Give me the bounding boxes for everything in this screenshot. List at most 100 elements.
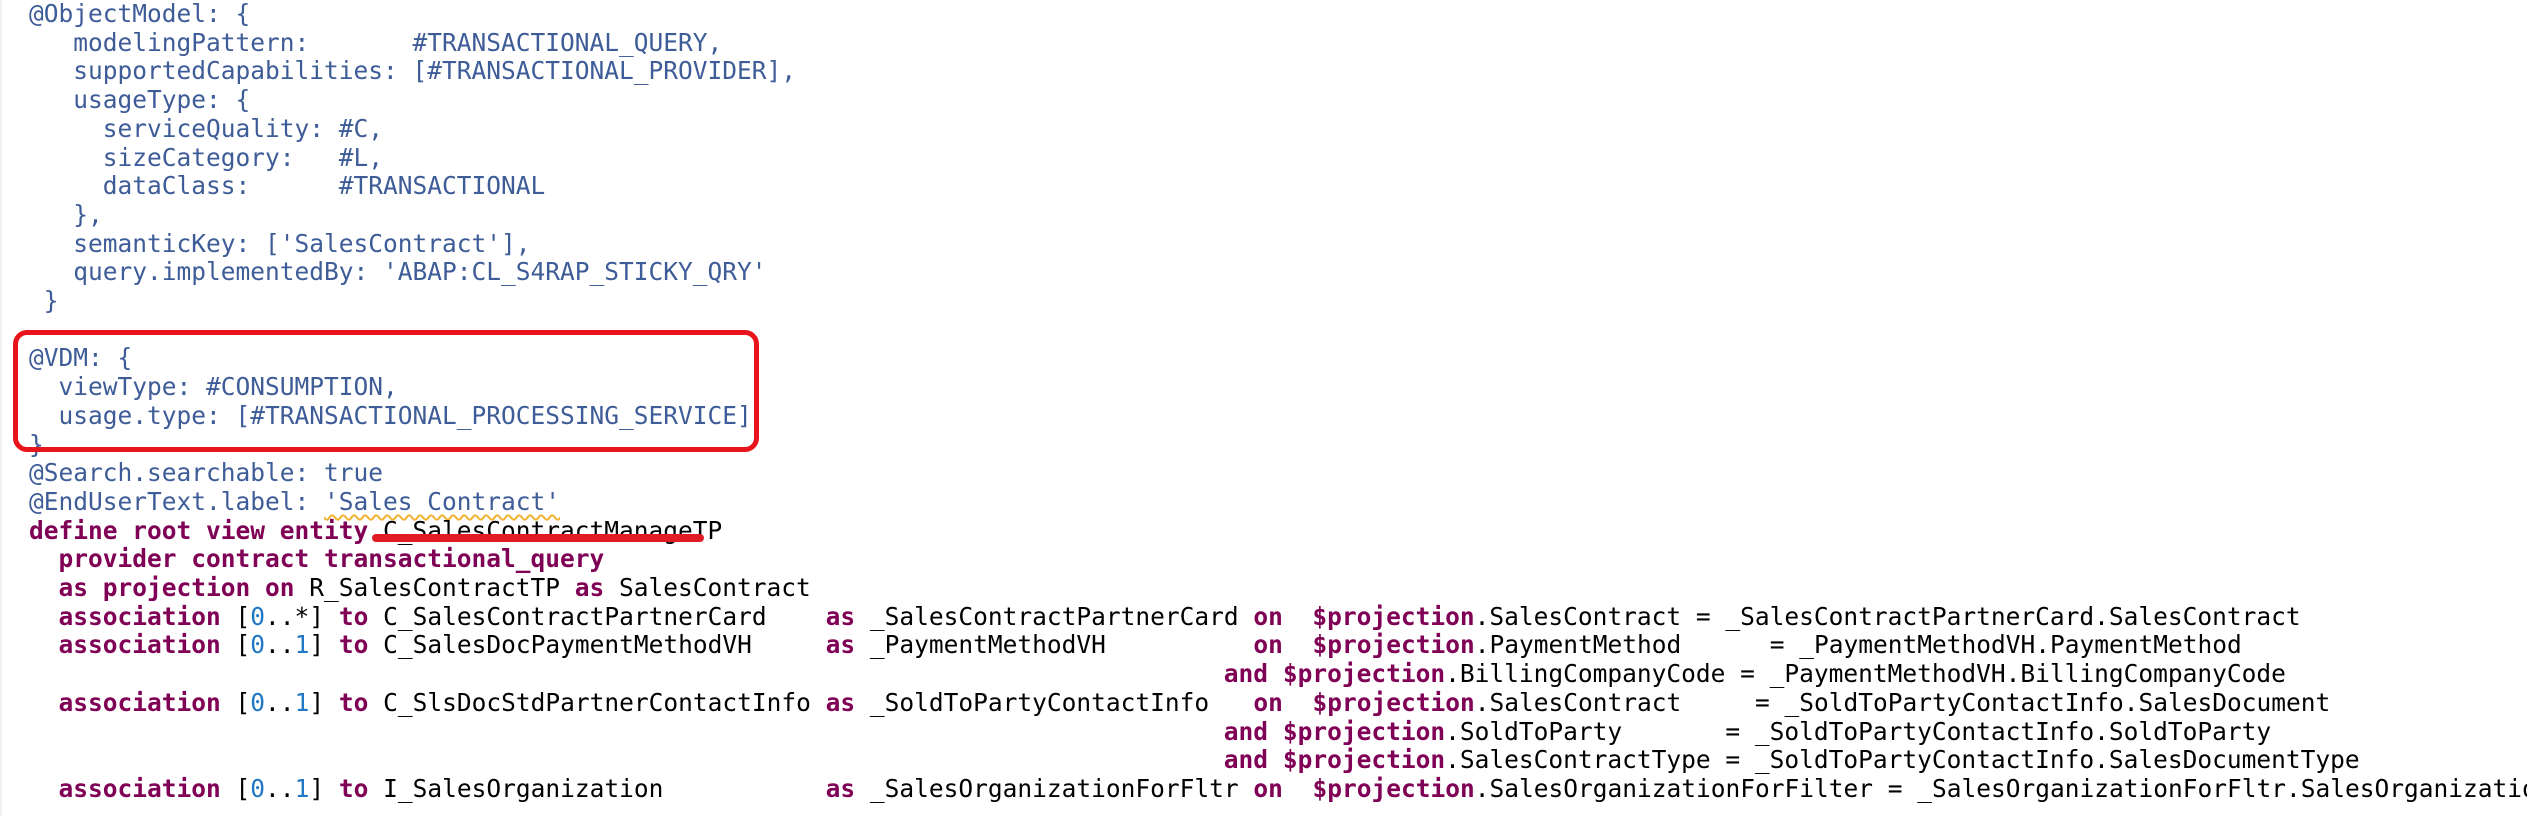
code-token: on: [1253, 687, 1283, 717]
code-line: association [0..1] to C_SalesDocPaymentM…: [29, 631, 2242, 659]
code-token: define root view entity: [29, 515, 384, 545]
code-token: dataClass: #TRANSACTIONAL: [29, 171, 546, 201]
code-token: as: [825, 630, 856, 660]
code-token: $projection: [1282, 716, 1446, 746]
code-token: ]: [309, 773, 339, 803]
code-token: [: [235, 773, 251, 803]
code-token: ]: [309, 687, 339, 717]
code-token: _SalesOrganizationForFltr: [855, 773, 1254, 803]
code-token: as: [574, 573, 605, 602]
code-line: @ObjectModel: {: [29, 0, 250, 28]
code-line: query.implementedBy: 'ABAP:CL_S4RAP_STIC…: [29, 257, 767, 287]
code-token: }: [29, 286, 59, 315]
code-token: I_SalesOrganization: [368, 773, 826, 803]
code-line: @EndUserText.label: 'Sales Contract': [29, 486, 561, 516]
vdm-annotation-highlight-box: [13, 330, 759, 452]
code-token: on: [1253, 630, 1283, 660]
code-token: sizeCategory: #L,: [29, 142, 384, 172]
code-token: ..: [265, 630, 295, 660]
code-token: @ObjectModel: {: [29, 0, 251, 28]
code-line: usageType: {: [29, 86, 250, 114]
code-token: ..: [265, 773, 295, 803]
code-token: association: [29, 630, 236, 660]
code-line: and $projection.BillingCompanyCode = _Pa…: [29, 660, 2286, 688]
code-token: 'Sales Contract': [324, 486, 561, 516]
code-token: usageType: {: [29, 85, 251, 115]
code-token: to: [338, 773, 369, 803]
code-token: C_SalesContractPartnerCard: [368, 601, 826, 631]
code-token: $projection: [1312, 630, 1475, 660]
code-token: @Search.searchable: true: [29, 458, 384, 488]
code-line: association [0..1] to C_SlsDocStdPartner…: [29, 687, 2331, 717]
code-token: and: [1223, 745, 1269, 775]
code-token: R_SalesContractTP: [309, 573, 575, 602]
code-token: _PaymentMethodVH: [855, 630, 1254, 660]
code-token: 0: [250, 687, 266, 717]
code-line: association [0..*] to C_SalesContractPar…: [29, 601, 2301, 631]
code-token: $projection: [1312, 601, 1475, 631]
code-token: ..*]: [265, 601, 339, 631]
code-token: _SalesContractPartnerCard: [855, 601, 1254, 631]
code-token: as: [825, 687, 856, 717]
code-token: as projection on: [29, 573, 310, 602]
code-token: semanticKey: ['SalesContract'],: [29, 228, 531, 258]
code-token: _SoldToPartyContactInfo: [855, 687, 1254, 717]
code-line: as projection on R_SalesContractTP as Sa…: [29, 574, 811, 602]
code-token: 1: [294, 630, 310, 660]
code-line: association [0..1] to I_SalesOrganizatio…: [29, 773, 2527, 803]
code-line: serviceQuality: #C,: [29, 113, 384, 143]
code-token: association: [29, 687, 236, 717]
code-token: 0: [250, 601, 266, 631]
code-token: .SalesOrganizationForFilter = _SalesOrga…: [1474, 773, 2527, 803]
code-token: and: [1223, 659, 1269, 689]
code-token: .SoldToParty = _SoldToPartyContactInfo.S…: [1445, 716, 2272, 746]
code-token: ..: [265, 687, 295, 717]
code-editor[interactable]: @ObjectModel: { modelingPattern: #TRANSA…: [0, 0, 2527, 816]
code-line: and $projection.SoldToParty = _SoldToPar…: [29, 716, 2272, 746]
code-token: provider contract transactional_query: [29, 544, 605, 574]
code-token: 1: [294, 773, 310, 803]
code-token: serviceQuality: #C,: [29, 113, 384, 143]
code-token: .BillingCompanyCode = _PaymentMethodVH.B…: [1445, 659, 2286, 689]
code-token: to: [338, 687, 369, 717]
code-token: as: [825, 601, 856, 631]
code-token: $projection: [1282, 745, 1446, 775]
code-token: 0: [250, 630, 266, 660]
code-token: .SalesContract = _SoldToPartyContactInfo…: [1474, 687, 2331, 717]
code-line: dataClass: #TRANSACTIONAL: [29, 171, 546, 201]
code-token: 0: [250, 773, 266, 803]
code-token: association: [29, 601, 236, 631]
entity-name-underline-mark: [372, 534, 704, 542]
code-token: .PaymentMethod = _PaymentMethodVH.Paymen…: [1474, 630, 2242, 660]
code-token: to: [338, 630, 369, 660]
code-token: .SalesContractType = _SoldToPartyContact…: [1445, 745, 2360, 775]
code-line: },: [29, 200, 103, 229]
code-line: provider contract transactional_query: [29, 544, 605, 574]
editor-gutter: [0, 0, 2, 816]
code-token: on: [1253, 773, 1283, 803]
code-token: and: [1223, 716, 1269, 746]
code-token: [: [235, 601, 251, 631]
code-token: supportedCapabilities: [#TRANSACTIONAL_P…: [29, 56, 797, 86]
code-line: supportedCapabilities: [#TRANSACTIONAL_P…: [29, 57, 796, 85]
code-token: $projection: [1312, 687, 1475, 717]
code-token: $projection: [1282, 659, 1446, 689]
code-token: on: [1253, 601, 1283, 631]
code-line: @Search.searchable: true: [29, 459, 383, 487]
code-token: @EndUserText.label:: [29, 486, 325, 516]
code-token: to: [338, 601, 369, 631]
code-line: and $projection.SalesContractType = _Sol…: [29, 746, 2360, 774]
code-token: .SalesContract = _SalesContractPartnerCa…: [1474, 601, 2301, 631]
code-line: }: [29, 287, 59, 315]
code-token: query.implementedBy: 'ABAP:CL_S4RAP_STIC…: [29, 257, 767, 287]
code-token: [: [235, 687, 251, 717]
code-token: $projection: [1312, 773, 1475, 803]
